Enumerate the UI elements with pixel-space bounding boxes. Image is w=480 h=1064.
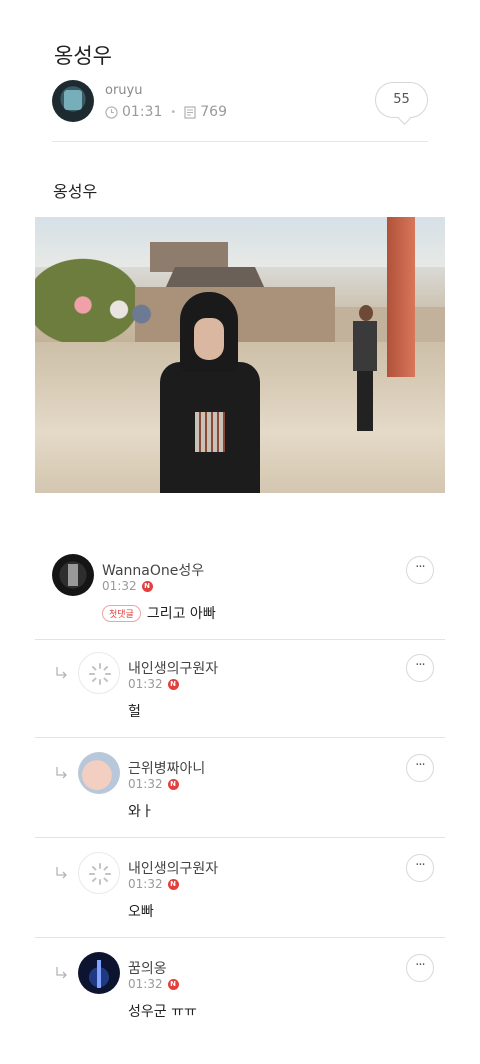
clock-icon	[105, 105, 118, 119]
comment-count-button[interactable]: 55	[375, 82, 428, 118]
more-button[interactable]: ···	[406, 754, 434, 782]
commenter-name[interactable]: 내인생의구원자	[128, 658, 218, 678]
new-badge: N	[167, 878, 179, 890]
loading-icon	[89, 663, 111, 685]
first-comment-badge: 첫댓글	[102, 604, 141, 622]
document-icon	[184, 105, 196, 119]
new-badge: N	[141, 580, 153, 592]
comment-item: 근위병짜아니 01:32 N 와ㅏ ···	[0, 738, 480, 838]
comment-text: 성우군 ㅠㅠ	[128, 1004, 197, 1020]
new-badge: N	[167, 978, 179, 990]
comment-text: 첫댓글 그리고 아빠	[102, 603, 216, 623]
post-body-text: 옹성우	[53, 182, 98, 201]
author-avatar[interactable]	[52, 80, 94, 122]
comment-text: 와ㅏ	[128, 804, 154, 820]
divider	[52, 141, 428, 142]
reply-arrow-icon	[56, 667, 67, 679]
commenter-avatar[interactable]	[78, 652, 120, 694]
commenter-name[interactable]: 꿈의옹	[128, 958, 167, 978]
comment-item: WannaOne성우 01:32 N 첫댓글 그리고 아빠 ···	[0, 540, 480, 640]
commenter-avatar[interactable]	[78, 952, 120, 994]
post-title: 옹성우	[54, 44, 112, 68]
commenter-name[interactable]: 근위병짜아니	[128, 758, 205, 778]
more-button[interactable]: ···	[406, 654, 434, 682]
comment-item: 내인생의구원자 01:32 N 오빠 ···	[0, 838, 480, 938]
more-button[interactable]: ···	[406, 556, 434, 584]
comment-time: 01:32 N	[102, 579, 153, 593]
post-views: 769	[200, 104, 227, 120]
new-badge: N	[167, 778, 179, 790]
loading-icon	[89, 863, 111, 885]
commenter-avatar[interactable]	[52, 554, 94, 596]
reply-arrow-icon	[56, 867, 67, 879]
comment-item: 꿈의옹 01:32 N 성우군 ㅠㅠ ···	[0, 938, 480, 1038]
more-button[interactable]: ···	[406, 854, 434, 882]
comment-text: 헐	[128, 704, 141, 720]
post-meta: 01:31 • 769	[105, 104, 227, 120]
new-badge: N	[167, 678, 179, 690]
comment-time: 01:32 N	[128, 877, 179, 891]
commenter-avatar[interactable]	[78, 752, 120, 794]
reply-arrow-icon	[56, 967, 67, 979]
author-name[interactable]: oruyu	[105, 83, 142, 98]
more-button[interactable]: ···	[406, 954, 434, 982]
reply-arrow-icon	[56, 767, 67, 779]
author-info: oruyu 01:31 • 769 55	[52, 80, 428, 124]
comment-item: 내인생의구원자 01:32 N 헐 ···	[0, 638, 480, 738]
commenter-name[interactable]: 내인생의구원자	[128, 858, 218, 878]
comment-time: 01:32 N	[128, 977, 179, 991]
comment-text: 오빠	[128, 904, 154, 920]
commenter-name[interactable]: WannaOne성우	[102, 560, 204, 580]
comment-time: 01:32 N	[128, 677, 179, 691]
post-time: 01:31	[122, 104, 163, 120]
commenter-avatar[interactable]	[78, 852, 120, 894]
comment-time: 01:32 N	[128, 777, 179, 791]
post-photo[interactable]	[35, 217, 445, 493]
meta-separator: •	[170, 106, 177, 118]
